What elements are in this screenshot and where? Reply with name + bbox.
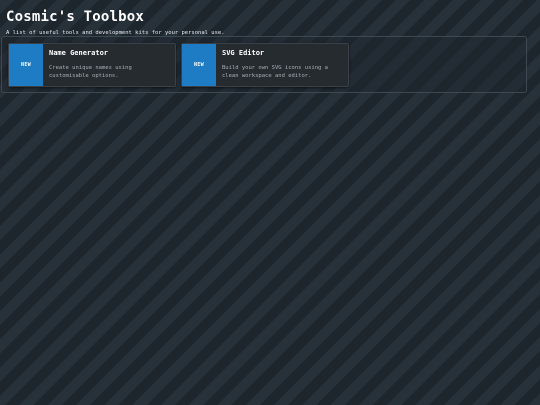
card-description: Create unique names using customisable o… [49,65,132,79]
card-content: SVG Editor Build your own SVG icons usin… [216,44,348,86]
tool-card-svg-editor[interactable]: NEW SVG Editor Build your own SVG icons … [181,43,349,87]
card-content: Name Generator Create unique names using… [43,44,175,86]
card-title: SVG Editor [222,49,265,57]
page: Cosmic's Toolbox A list of useful tools … [6,8,534,37]
card-title: Name Generator [49,49,109,57]
new-badge: NEW [9,44,43,86]
tools-container: NEW Name Generator Create unique names u… [1,36,527,93]
card-description: Build your own SVG icons using a clean w… [222,65,328,79]
new-badge: NEW [182,44,216,86]
page-title: Cosmic's Toolbox [6,9,145,25]
badge-label: NEW [21,62,31,68]
badge-label: NEW [194,62,204,68]
tool-card-name-generator[interactable]: NEW Name Generator Create unique names u… [8,43,176,87]
